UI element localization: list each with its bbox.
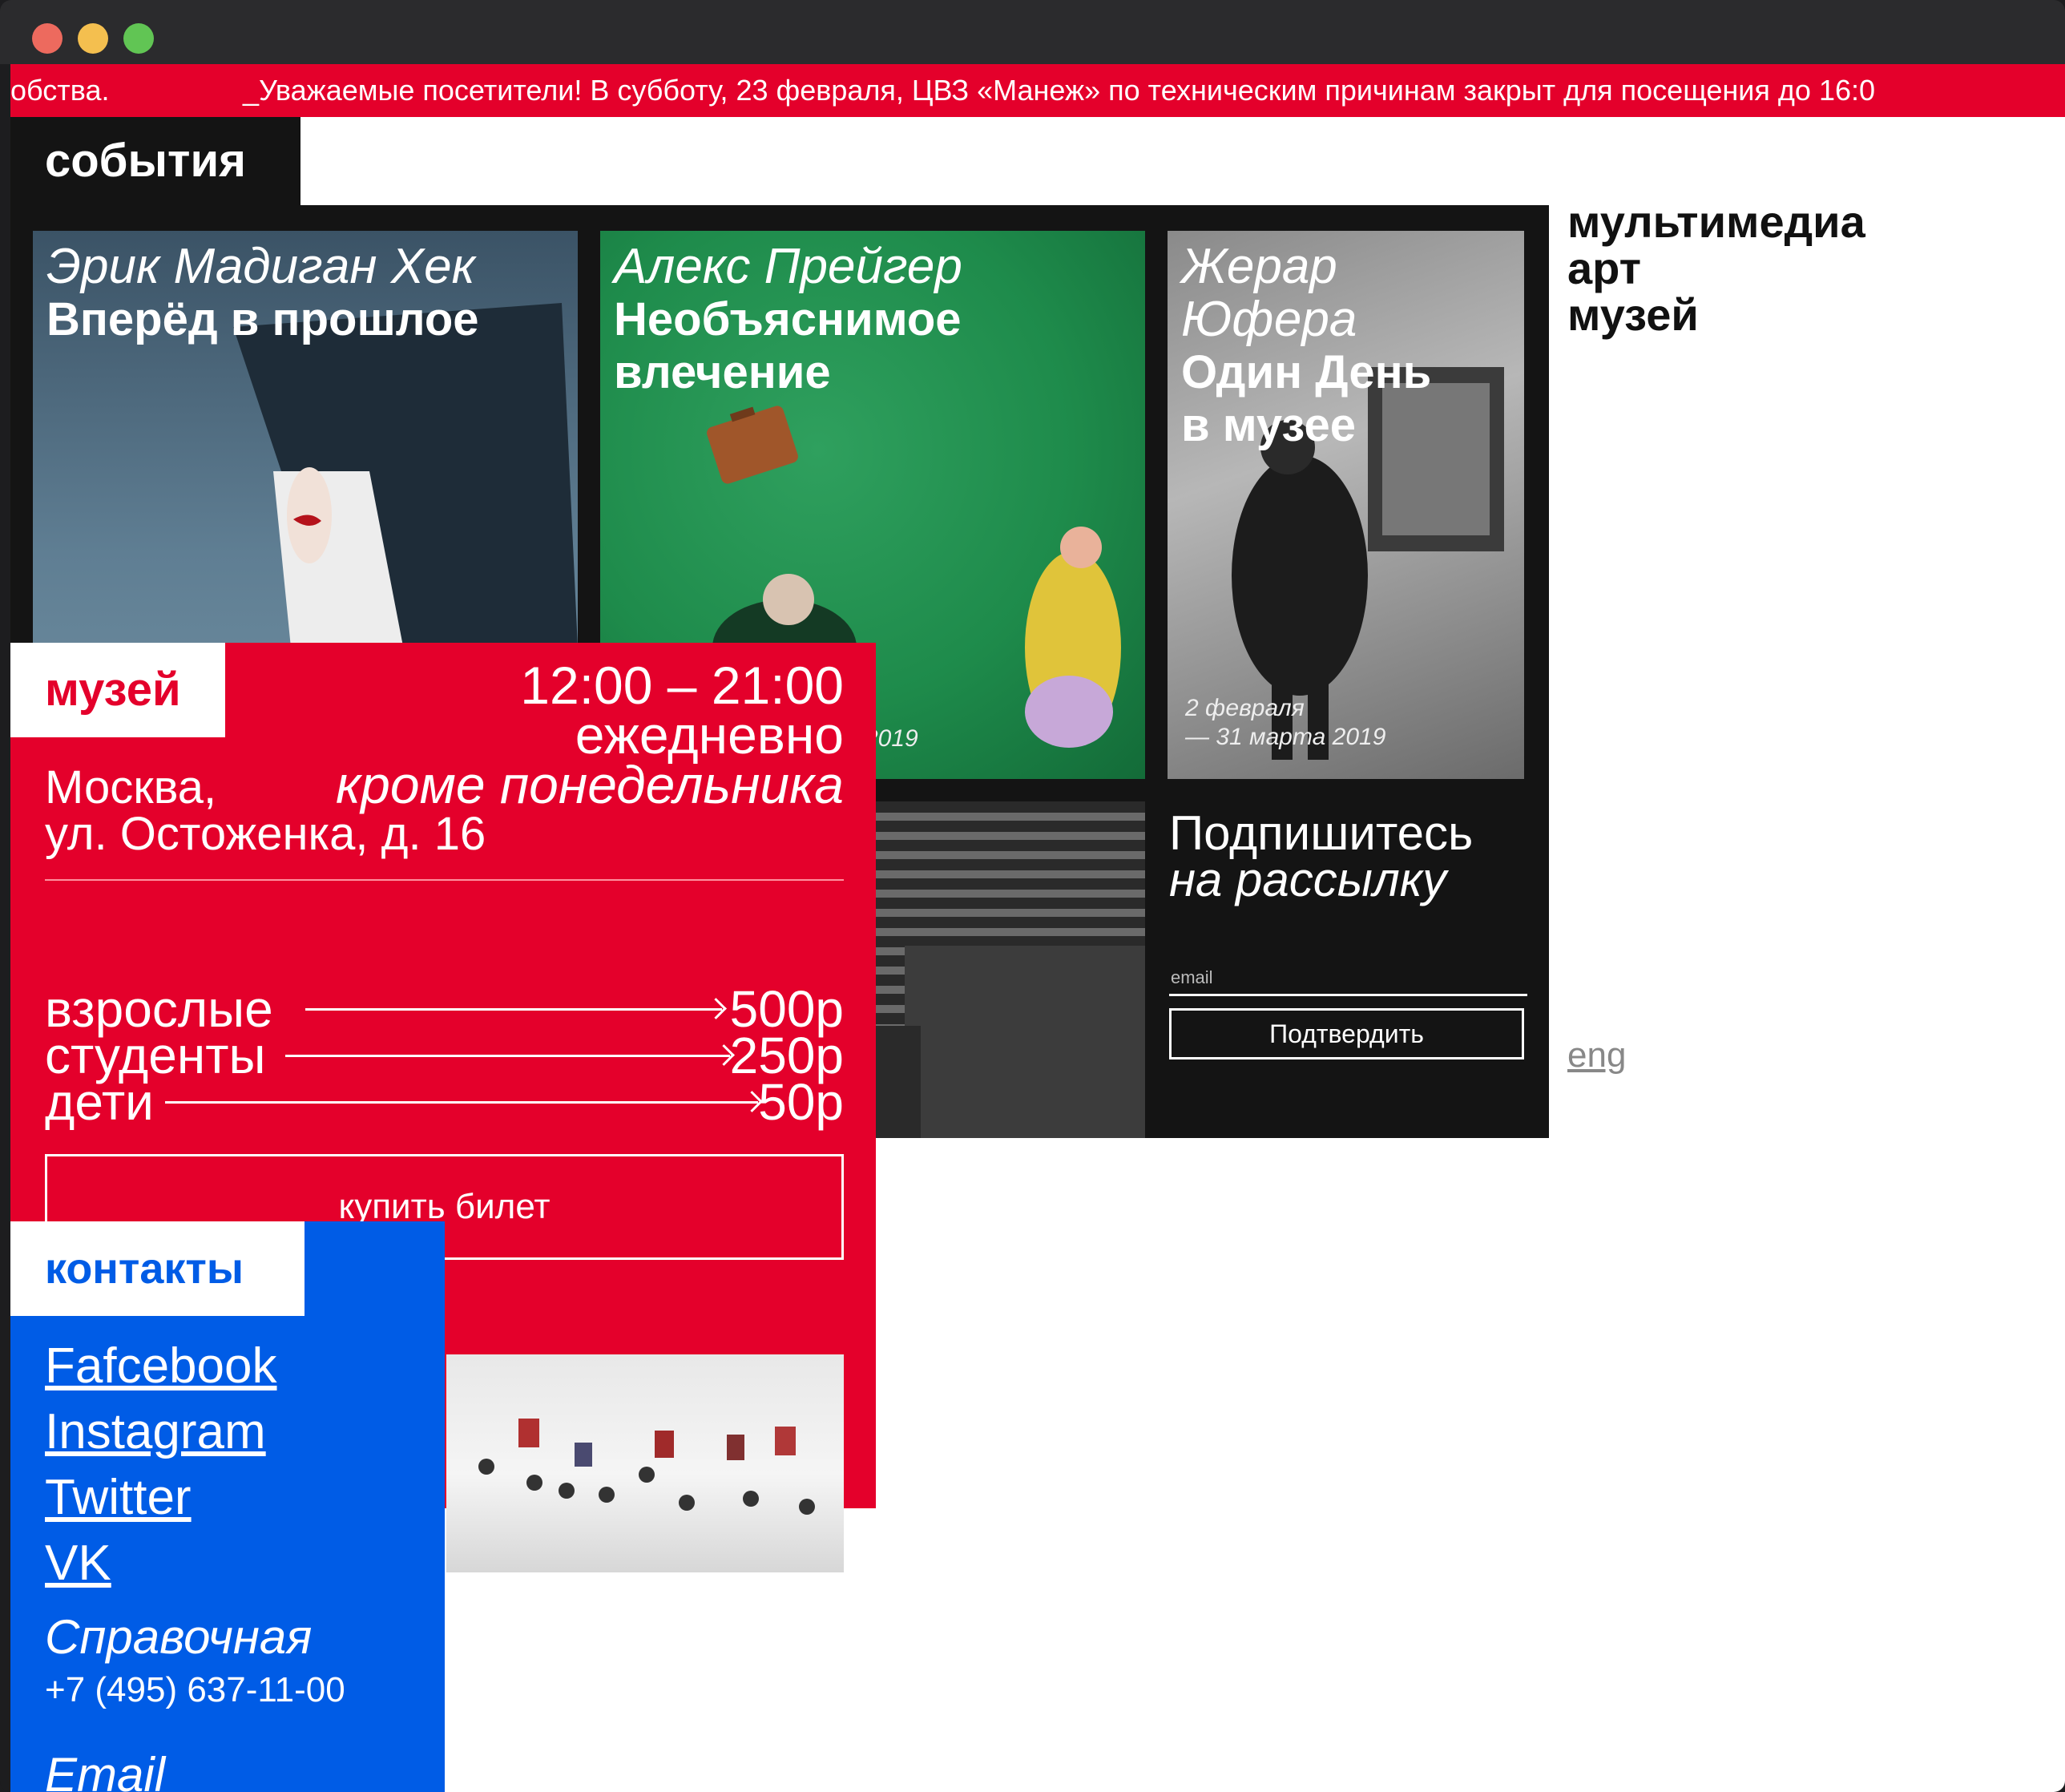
gallery-photo bbox=[446, 1354, 844, 1572]
event-card-hufera[interactable]: Жерар Юфера Один День в музее 2 февраля … bbox=[1168, 231, 1524, 779]
contacts-tab[interactable]: контакты bbox=[10, 1221, 305, 1316]
twitter-link[interactable]: Twitter bbox=[45, 1470, 192, 1526]
price-label: дети bbox=[45, 1073, 154, 1131]
reference-label: Справочная bbox=[45, 1610, 313, 1664]
minimize-window-button[interactable] bbox=[78, 23, 108, 54]
newsletter-title: Подпишитесь bbox=[1169, 806, 1474, 860]
hours-days: ежедневно bbox=[575, 705, 844, 765]
event-card-hek-title: Вперёд в прошлое bbox=[46, 293, 479, 345]
event-card-hufera-date-2: — 31 марта 2019 bbox=[1185, 724, 1386, 750]
events-tab[interactable]: события bbox=[10, 117, 300, 205]
event-card-hufera-author-1: Жерар bbox=[1181, 239, 1337, 294]
price-row-children: дети 50р bbox=[45, 1073, 844, 1131]
logo-line-museum: музей bbox=[1567, 289, 1699, 340]
price-value: 500р bbox=[729, 980, 844, 1038]
newsletter-email-input[interactable] bbox=[1169, 962, 1527, 996]
window-titlebar bbox=[0, 0, 2065, 64]
museum-homepage: обства. _Уважаемые посетители! В субботу… bbox=[10, 64, 2065, 1792]
ticker-fragment: обства. bbox=[10, 74, 110, 107]
header-whitespace bbox=[300, 117, 2065, 205]
price-arrow-icon bbox=[305, 1008, 722, 1011]
museum-address: Москва, ул. Остоженка, д. 16 bbox=[45, 765, 486, 858]
hours-range: 12:00 – 21:00 bbox=[520, 656, 844, 715]
event-card-hufera-date-1: 2 февраля bbox=[1185, 695, 1305, 721]
event-card-hufera-author-2: Юфера bbox=[1181, 292, 1357, 347]
facebook-link[interactable]: Fafcebook bbox=[45, 1338, 277, 1394]
price-row-students: студенты 250р bbox=[45, 1027, 844, 1084]
section-divider bbox=[45, 879, 844, 881]
email-label: Email bbox=[45, 1748, 166, 1792]
newsletter-confirm-button[interactable]: Подтвердить bbox=[1169, 1008, 1524, 1059]
gallery-photo-image bbox=[478, 1419, 815, 1515]
language-switch-link[interactable]: eng bbox=[1567, 1035, 1626, 1076]
vk-link[interactable]: VK bbox=[45, 1536, 111, 1592]
event-card-prager-title-2: влечение bbox=[614, 346, 831, 398]
maximize-window-button[interactable] bbox=[123, 23, 154, 54]
price-row-adults: взрослые 500р bbox=[45, 980, 844, 1038]
address-city: Москва, bbox=[45, 761, 217, 813]
reference-phone[interactable]: +7 (495) 637-11-00 bbox=[45, 1670, 345, 1710]
logo-line-art: арт bbox=[1567, 243, 1642, 293]
announcement-ticker: обства. _Уважаемые посетители! В субботу… bbox=[10, 64, 2065, 117]
site-logo[interactable]: мультимедиа арт музей bbox=[1567, 199, 1865, 338]
price-arrow-icon bbox=[285, 1055, 730, 1057]
price-value: 50р bbox=[758, 1073, 844, 1131]
ticket-prices: взрослые 500р студенты 250р дети 50р bbox=[45, 980, 844, 1131]
newsletter-subtitle: на рассылку bbox=[1169, 853, 1447, 906]
address-street: ул. Остоженка, д. 16 bbox=[45, 808, 486, 860]
museum-tab[interactable]: музей bbox=[10, 643, 225, 737]
price-arrow-icon bbox=[165, 1101, 758, 1104]
logo-line-multimedia: мультимедиа bbox=[1567, 196, 1865, 247]
newsletter-form: Подпишитесь на рассылку Подтвердить bbox=[1168, 801, 1527, 1138]
instagram-link[interactable]: Instagram bbox=[45, 1404, 266, 1460]
price-label: взрослые bbox=[45, 980, 273, 1038]
price-label: студенты bbox=[45, 1027, 266, 1084]
close-window-button[interactable] bbox=[32, 23, 63, 54]
price-value: 250р bbox=[729, 1027, 844, 1084]
browser-window: обства. _Уважаемые посетители! В субботу… bbox=[0, 0, 2065, 1792]
event-card-prager-title-1: Необъяснимое bbox=[614, 293, 962, 345]
event-card-hufera-title-1: Один День bbox=[1181, 346, 1432, 398]
contacts-panel: контакты Fafcebook Instagram Twitter VK … bbox=[10, 1221, 445, 1792]
event-card-hek-author: Эрик Мадиган Хек bbox=[46, 239, 475, 294]
event-card-prager-author: Алекс Прейгер bbox=[614, 239, 962, 294]
event-card-hufera-title-2: в музее bbox=[1181, 399, 1356, 451]
ticker-message: _Уважаемые посетители! В субботу, 23 фев… bbox=[243, 74, 1876, 107]
